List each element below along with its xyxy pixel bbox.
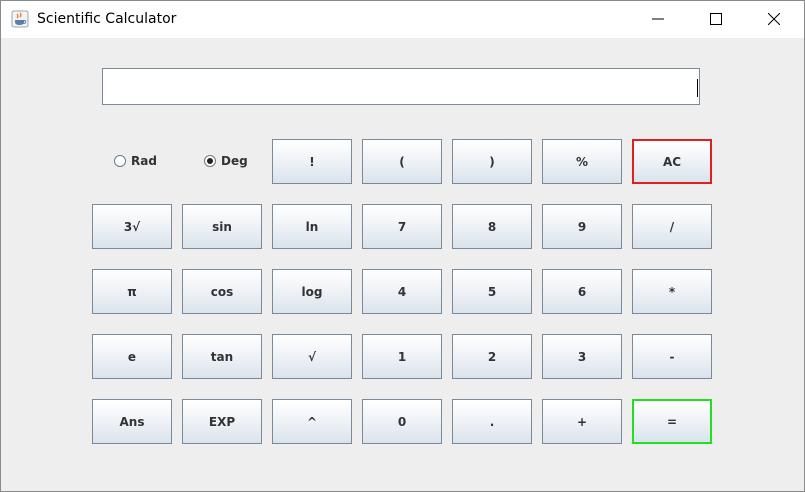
minimize-button[interactable] (629, 1, 687, 38)
equals-button[interactable]: = (632, 399, 712, 444)
display-field[interactable] (102, 68, 700, 105)
ln-button[interactable]: ln (272, 204, 352, 249)
radio-deg-label: Deg (221, 154, 248, 168)
open-paren-button[interactable]: ( (362, 139, 442, 184)
clear-button[interactable]: AC (632, 139, 712, 184)
two-button[interactable]: 2 (452, 334, 532, 379)
minus-button[interactable]: - (632, 334, 712, 379)
percent-button[interactable]: % (542, 139, 622, 184)
pi-button[interactable]: π (92, 269, 172, 314)
e-button[interactable]: e (92, 334, 172, 379)
minimize-icon (652, 10, 664, 29)
radio-rad[interactable]: Rad (114, 154, 157, 168)
multiply-button[interactable]: * (632, 269, 712, 314)
title-bar[interactable]: Scientific Calculator (1, 1, 804, 38)
eight-button[interactable]: 8 (452, 204, 532, 249)
nine-button[interactable]: 9 (542, 204, 622, 249)
plus-button[interactable]: + (542, 399, 622, 444)
cos-button[interactable]: cos (182, 269, 262, 314)
window-title: Scientific Calculator (37, 11, 177, 27)
calculator-window: Scientific Calculator Rad Deg ! () % AC… (0, 0, 805, 492)
radio-deg[interactable]: Deg (204, 154, 248, 168)
maximize-button[interactable] (687, 1, 745, 38)
decimal-button[interactable]: . (452, 399, 532, 444)
three-button[interactable]: 3 (542, 334, 622, 379)
seven-button[interactable]: 7 (362, 204, 442, 249)
radio-rad-indicator (114, 155, 126, 167)
ans-button[interactable]: Ans (92, 399, 172, 444)
close-icon (767, 10, 781, 29)
six-button[interactable]: 6 (542, 269, 622, 314)
radio-deg-indicator (204, 155, 216, 167)
power-button[interactable]: ^ (272, 399, 352, 444)
sin-button[interactable]: sin (182, 204, 262, 249)
exp-button[interactable]: EXP (182, 399, 262, 444)
four-button[interactable]: 4 (362, 269, 442, 314)
calculator-body: Rad Deg ! ( ) % AC 3√ sin ln 7 8 9 / π c… (1, 38, 804, 491)
radio-rad-label: Rad (131, 154, 157, 168)
tan-button[interactable]: tan (182, 334, 262, 379)
divide-button[interactable]: / (632, 204, 712, 249)
one-button[interactable]: 1 (362, 334, 442, 379)
zero-button[interactable]: 0 (362, 399, 442, 444)
close-paren-button[interactable]: ) (452, 139, 532, 184)
close-button[interactable] (745, 1, 803, 38)
sqrt-button[interactable]: √ (272, 334, 352, 379)
cube-root-button[interactable]: 3√ (92, 204, 172, 249)
maximize-icon (710, 10, 722, 29)
text-caret (697, 79, 698, 97)
five-button[interactable]: 5 (452, 269, 532, 314)
java-icon (11, 10, 29, 28)
factorial-button[interactable]: ! (272, 139, 352, 184)
log-button[interactable]: log (272, 269, 352, 314)
